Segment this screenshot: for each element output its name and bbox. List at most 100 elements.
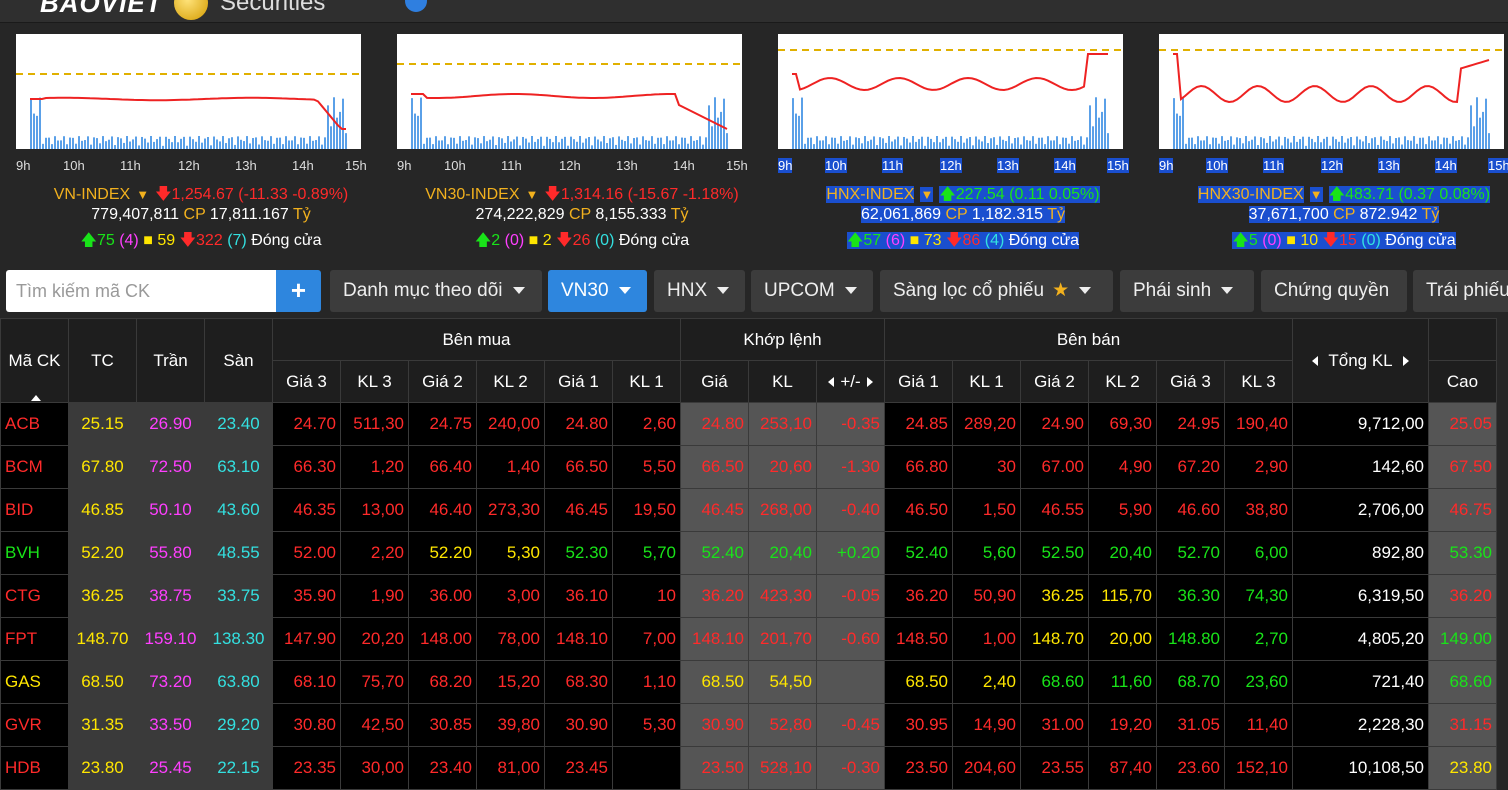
bid-price[interactable]: 66.50 <box>544 445 613 489</box>
col-sell-price-1[interactable]: Giá 1 <box>884 360 953 403</box>
bid-price[interactable]: 30.90 <box>544 703 613 747</box>
chevron-down-icon[interactable]: ▼ <box>1309 187 1323 202</box>
bid-price[interactable]: 52.20 <box>408 531 477 575</box>
chevron-down-icon[interactable]: ▼ <box>526 187 539 202</box>
bid-price[interactable]: 23.45 <box>544 746 613 790</box>
tab-bonds[interactable]: Trái phiếu <box>1413 270 1508 312</box>
ask-price[interactable]: 24.90 <box>1020 402 1089 446</box>
table-row[interactable]: HDB 23.80 25.45 22.15 23.35 30,00 23.40 81,00 23… <box>0 746 1497 790</box>
table-row[interactable]: BVH 52.20 55.80 48.55 52.00 2,20 52.20 5,30 52.3… <box>0 531 1497 575</box>
index-panel-hnx30-index[interactable]: 9h 10h 11h 12h 13h 14h 15h HNX30-INDEX ▼ 🡅483.71… <box>1159 34 1508 254</box>
brand-logo[interactable]: BAOVIET <box>40 0 163 19</box>
col-reference[interactable]: TC <box>68 318 137 403</box>
col-buy-price-1[interactable]: Giá 1 <box>544 360 613 403</box>
ask-price[interactable]: 24.95 <box>1156 402 1225 446</box>
ask-price[interactable]: 23.60 <box>1156 746 1225 790</box>
symbol-cell[interactable]: CTG <box>0 574 69 618</box>
ask-price[interactable]: 52.70 <box>1156 531 1225 575</box>
ask-price[interactable]: 52.40 <box>884 531 953 575</box>
bid-price[interactable]: 46.35 <box>272 488 341 532</box>
chevron-right-icon[interactable] <box>866 377 873 388</box>
col-total-volume[interactable]: Tổng KL <box>1292 318 1429 403</box>
col-buy-price-3[interactable]: Giá 3 <box>272 360 341 403</box>
col-symbol[interactable]: Mã CK <box>0 318 69 403</box>
tab-vn30[interactable]: VN30 <box>548 270 647 312</box>
symbol-cell[interactable]: ACB <box>0 402 69 446</box>
col-sell-price-3[interactable]: Giá 3 <box>1156 360 1225 403</box>
bid-price[interactable]: 23.35 <box>272 746 341 790</box>
index-chart[interactable] <box>778 34 1123 149</box>
notification-icon[interactable] <box>405 0 427 12</box>
chevron-left-icon[interactable] <box>828 377 835 388</box>
col-buy-price-2[interactable]: Giá 2 <box>408 360 477 403</box>
ask-price[interactable]: 66.80 <box>884 445 953 489</box>
bid-price[interactable]: 52.00 <box>272 531 341 575</box>
symbol-cell[interactable]: BCM <box>0 445 69 489</box>
ask-price[interactable]: 36.20 <box>884 574 953 618</box>
bid-price[interactable]: 23.40 <box>408 746 477 790</box>
tab-watchlist[interactable]: Danh mục theo dõi <box>330 270 542 312</box>
ask-price[interactable]: 36.30 <box>1156 574 1225 618</box>
col-match-price[interactable]: Giá <box>680 360 749 403</box>
bid-price[interactable]: 24.75 <box>408 402 477 446</box>
col-buy-vol-2[interactable]: KL 2 <box>476 360 545 403</box>
ask-price[interactable]: 68.50 <box>884 660 953 704</box>
col-sell-vol-1[interactable]: KL 1 <box>952 360 1021 403</box>
bid-price[interactable]: 147.90 <box>272 617 341 661</box>
table-row[interactable]: GVR 31.35 33.50 29.20 30.80 42,50 30.85 39,80 30… <box>0 703 1497 747</box>
table-row[interactable]: BCM 67.80 72.50 63.10 66.30 1,20 66.40 1,40 66.5… <box>0 445 1497 489</box>
tab-derivatives[interactable]: Phái sinh <box>1120 270 1254 312</box>
index-chart[interactable] <box>16 34 361 149</box>
ask-price[interactable]: 23.50 <box>884 746 953 790</box>
ask-price[interactable]: 31.00 <box>1020 703 1089 747</box>
index-panel-vn-index[interactable]: 9h 10h 11h 12h 13h 14h 15h VN-INDEX ▼ 🡇1,254.67 … <box>16 34 386 254</box>
bid-price[interactable]: 35.90 <box>272 574 341 618</box>
ask-price[interactable]: 148.50 <box>884 617 953 661</box>
index-name[interactable]: VN30-INDEX <box>425 186 519 203</box>
search-input[interactable] <box>14 270 268 312</box>
table-row[interactable]: CTG 36.25 38.75 33.75 35.90 1,90 36.00 3,00 36.1… <box>0 574 1497 618</box>
bid-price[interactable]: 24.80 <box>544 402 613 446</box>
bid-price[interactable]: 30.85 <box>408 703 477 747</box>
index-chart[interactable] <box>1159 34 1504 149</box>
bid-price[interactable]: 68.20 <box>408 660 477 704</box>
bid-price[interactable]: 46.45 <box>544 488 613 532</box>
ask-price[interactable]: 46.60 <box>1156 488 1225 532</box>
index-name[interactable]: VN-INDEX <box>54 186 130 203</box>
bid-price[interactable]: 30.80 <box>272 703 341 747</box>
tab-upcom[interactable]: UPCOM <box>751 270 873 312</box>
add-symbol-button[interactable]: + <box>276 270 321 312</box>
chevron-right-icon[interactable] <box>1402 356 1409 367</box>
bid-price[interactable]: 24.70 <box>272 402 341 446</box>
chevron-left-icon[interactable] <box>1312 356 1319 367</box>
ask-price[interactable]: 68.60 <box>1020 660 1089 704</box>
tab-warrants[interactable]: Chứng quyền <box>1261 270 1407 312</box>
symbol-cell[interactable]: HDB <box>0 746 69 790</box>
col-sell-price-2[interactable]: Giá 2 <box>1020 360 1089 403</box>
col-buy-vol-3[interactable]: KL 3 <box>340 360 409 403</box>
ask-price[interactable]: 30.95 <box>884 703 953 747</box>
ask-price[interactable]: 148.80 <box>1156 617 1225 661</box>
bid-price[interactable]: 36.10 <box>544 574 613 618</box>
table-row[interactable]: GAS 68.50 73.20 63.80 68.10 75,70 68.20 15,20 68… <box>0 660 1497 704</box>
bid-price[interactable]: 52.30 <box>544 531 613 575</box>
symbol-cell[interactable]: FPT <box>0 617 69 661</box>
ask-price[interactable]: 67.20 <box>1156 445 1225 489</box>
tab-hnx[interactable]: HNX <box>654 270 745 312</box>
symbol-cell[interactable]: GVR <box>0 703 69 747</box>
symbol-cell[interactable]: GAS <box>0 660 69 704</box>
ask-price[interactable]: 24.85 <box>884 402 953 446</box>
table-row[interactable]: BID 46.85 50.10 43.60 46.35 13,00 46.40 273,30 4… <box>0 488 1497 532</box>
bid-price[interactable]: 148.00 <box>408 617 477 661</box>
ask-price[interactable]: 67.00 <box>1020 445 1089 489</box>
col-match-change[interactable]: +/- <box>816 360 885 403</box>
col-sell-vol-2[interactable]: KL 2 <box>1088 360 1157 403</box>
col-high[interactable]: Cao <box>1428 360 1497 403</box>
index-panel-vn30-index[interactable]: 9h 10h 11h 12h 13h 14h 15h VN30-INDEX ▼ 🡇1,314.1… <box>397 34 767 254</box>
tab-stock-screener[interactable]: Sàng lọc cổ phiếu ★ <box>880 270 1113 312</box>
bid-price[interactable]: 66.30 <box>272 445 341 489</box>
ask-price[interactable]: 68.70 <box>1156 660 1225 704</box>
col-match-vol[interactable]: KL <box>748 360 817 403</box>
ask-price[interactable]: 23.55 <box>1020 746 1089 790</box>
ask-price[interactable]: 46.50 <box>884 488 953 532</box>
